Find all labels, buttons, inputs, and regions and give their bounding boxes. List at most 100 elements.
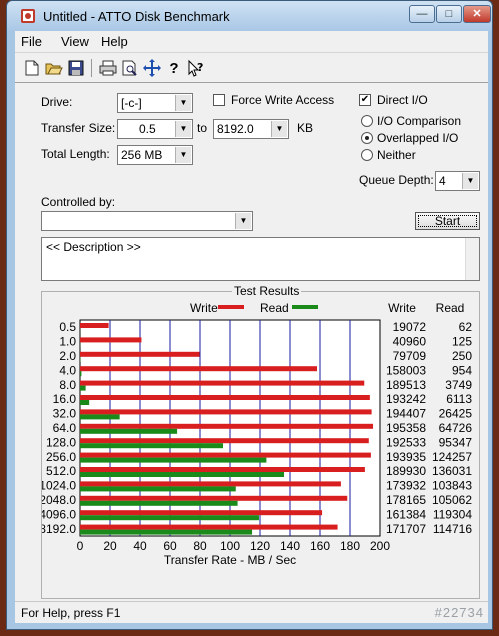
force-write-label[interactable]: Force Write Access — [231, 93, 334, 107]
io-comparison-radio[interactable] — [361, 115, 373, 127]
write-bar — [80, 495, 348, 501]
menu-view[interactable]: View — [61, 34, 89, 49]
menu-file[interactable]: File — [21, 34, 42, 49]
close-button[interactable]: ✕ — [463, 5, 491, 23]
print-preview-icon[interactable] — [119, 57, 141, 79]
menu-bar: File View Help — [15, 31, 488, 53]
write-bar — [80, 467, 365, 472]
read-bar — [80, 371, 82, 377]
io-comparison-label[interactable]: I/O Comparison — [377, 114, 461, 128]
drive-select[interactable]: [-c-] ▼ — [117, 93, 193, 113]
neither-label[interactable]: Neither — [377, 148, 416, 162]
chevron-down-icon[interactable]: ▼ — [175, 147, 191, 163]
write-value: 193935 — [386, 450, 426, 464]
start-button[interactable]: Start — [415, 212, 480, 230]
toolbar: ? ? — [15, 53, 488, 83]
x-tick-label: 60 — [163, 539, 177, 553]
read-bar — [80, 486, 236, 492]
neither-radio[interactable] — [361, 149, 373, 161]
write-value: 178165 — [386, 493, 426, 507]
status-text: For Help, press F1 — [21, 606, 121, 620]
open-icon[interactable] — [43, 57, 65, 79]
write-legend-swatch — [218, 305, 244, 309]
write-value: 193242 — [386, 392, 426, 406]
direct-io-checkbox[interactable]: ✔ — [359, 94, 371, 106]
chevron-down-icon[interactable]: ▼ — [271, 121, 287, 137]
x-tick-label: 200 — [370, 539, 390, 553]
read-bar — [80, 400, 90, 405]
queue-depth-select[interactable]: 4 ▼ — [435, 171, 480, 191]
transfer-from-select[interactable]: 0.5 ▼ — [117, 119, 193, 139]
read-value: 105062 — [432, 493, 472, 507]
category-label: 4096.0 — [42, 507, 76, 521]
read-value: 64726 — [439, 421, 473, 435]
x-tick-label: 180 — [340, 539, 360, 553]
move-icon[interactable] — [141, 57, 163, 79]
write-legend-label: Write — [190, 301, 218, 315]
controlled-by-select[interactable]: ▼ — [41, 211, 253, 231]
read-value: 6113 — [446, 392, 472, 406]
x-tick-label: 100 — [220, 539, 240, 553]
chevron-down-icon[interactable]: ▼ — [175, 121, 191, 137]
read-legend-swatch — [292, 305, 318, 309]
total-length-select[interactable]: 256 MB ▼ — [117, 145, 193, 165]
category-label: 4.0 — [59, 363, 76, 377]
chevron-down-icon[interactable]: ▼ — [235, 213, 251, 229]
test-results-group: Test Results Write Read Write Read 0 20 40… — [41, 284, 480, 599]
save-icon[interactable] — [65, 57, 87, 79]
read-bar — [80, 515, 259, 521]
category-label: 1024.0 — [42, 479, 76, 493]
write-value: 161384 — [386, 507, 426, 521]
watermark: #22734 — [434, 605, 484, 620]
write-value: 171707 — [386, 522, 426, 536]
write-bar — [80, 337, 142, 343]
minimize-button[interactable]: — — [409, 5, 435, 23]
write-bar — [80, 395, 370, 400]
write-value: 192533 — [386, 435, 426, 449]
app-icon — [21, 9, 35, 23]
write-bar — [80, 323, 109, 328]
force-write-checkbox[interactable] — [213, 94, 225, 106]
help-icon[interactable]: ? — [163, 57, 185, 79]
category-label: 1.0 — [59, 335, 76, 349]
write-bar — [80, 452, 371, 458]
read-value: 26425 — [439, 407, 473, 421]
write-bar — [80, 366, 318, 372]
category-label: 8.0 — [59, 378, 76, 392]
write-bar — [80, 409, 372, 415]
print-icon[interactable] — [97, 57, 119, 79]
read-column-header: Read — [436, 301, 465, 315]
chevron-down-icon[interactable]: ▼ — [175, 95, 191, 111]
x-tick-label: 80 — [193, 539, 207, 553]
write-value: 173932 — [386, 479, 426, 493]
overlapped-io-label[interactable]: Overlapped I/O — [377, 131, 458, 145]
overlapped-io-radio[interactable] — [361, 132, 373, 144]
total-length-value: 256 MB — [121, 148, 163, 162]
transfer-size-label: Transfer Size: — [41, 121, 116, 135]
to-label: to — [197, 121, 208, 135]
title-bar[interactable]: Untitled - ATTO Disk Benchmark — □ ✕ — [7, 1, 492, 31]
read-bar — [80, 500, 238, 506]
context-help-icon[interactable]: ? — [185, 57, 207, 79]
description-scrollbar[interactable] — [465, 238, 479, 280]
write-bar — [80, 351, 200, 357]
maximize-button[interactable]: □ — [436, 5, 462, 23]
drive-label: Drive: — [41, 95, 73, 109]
menu-help[interactable]: Help — [101, 34, 128, 49]
main-panel: Drive: [-c-] ▼ Transfer Size: 0.5 ▼ to 8… — [15, 83, 488, 601]
read-bar — [80, 414, 120, 420]
write-value: 189513 — [386, 378, 426, 392]
transfer-to-select[interactable]: 8192.0 ▼ — [213, 119, 289, 139]
new-icon[interactable] — [21, 57, 43, 79]
read-value: 124257 — [432, 450, 472, 464]
write-value: 79709 — [393, 349, 427, 363]
chevron-down-icon[interactable]: ▼ — [462, 173, 478, 189]
category-label: 2.0 — [59, 349, 76, 363]
queue-depth-value: 4 — [439, 174, 446, 188]
read-bar — [80, 428, 178, 434]
category-label: 32.0 — [53, 407, 77, 421]
x-tick-label: 160 — [310, 539, 330, 553]
description-textarea[interactable]: << Description >> — [41, 237, 480, 281]
write-bar — [80, 510, 323, 516]
direct-io-label[interactable]: Direct I/O — [377, 93, 428, 107]
